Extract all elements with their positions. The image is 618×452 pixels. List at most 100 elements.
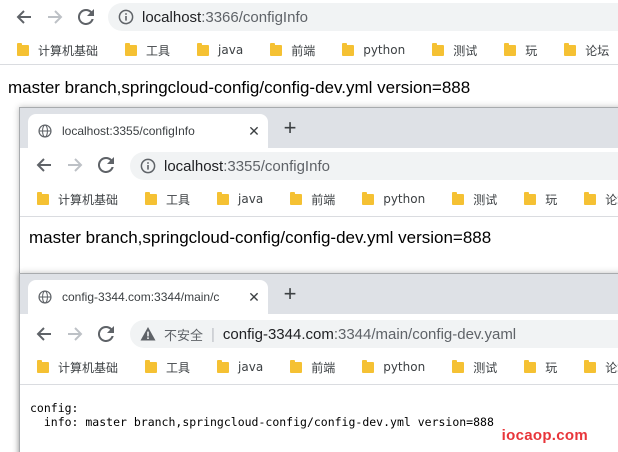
inner-browser-window: config-3344.com:3344/main/c ✕ + 不安全 | co…	[19, 273, 618, 452]
forward-button[interactable]	[63, 322, 87, 346]
bookmark-folder[interactable]: java	[217, 359, 263, 374]
outer-address-bar[interactable]: localhost:3366/configInfo	[108, 3, 618, 31]
middle-tab-strip: localhost:3355/configInfo ✕ +	[20, 108, 618, 148]
bookmark-folder[interactable]: 玩	[524, 359, 557, 376]
folder-icon	[290, 191, 303, 205]
reload-button[interactable]	[94, 322, 118, 346]
bookmark-folder[interactable]: 测试	[432, 42, 477, 59]
url-host: localhost	[164, 157, 224, 175]
middle-address-bar[interactable]: localhost:3355/configInfo	[130, 152, 618, 180]
middle-divider	[20, 216, 618, 217]
bookmark-folder[interactable]: 计算机基础	[37, 359, 118, 376]
bookmark-folder[interactable]: 工具	[125, 42, 170, 59]
forward-arrow-icon	[48, 10, 63, 24]
back-button[interactable]	[32, 153, 56, 177]
outer-page-content: master branch,springcloud-config/config-…	[8, 78, 471, 97]
not-secure-label: 不安全	[164, 328, 204, 344]
folder-icon	[37, 191, 49, 205]
folder-icon	[362, 359, 375, 373]
bookmark-folder[interactable]: 前端	[290, 359, 335, 376]
bookmark-folder[interactable]: java	[217, 191, 263, 206]
reload-icon	[98, 326, 114, 342]
bookmark-folder[interactable]: 测试	[452, 191, 497, 208]
forward-arrow-icon	[68, 158, 83, 172]
outer-divider	[0, 64, 618, 65]
bookmark-folder[interactable]: 计算机基础	[17, 42, 98, 59]
url-separator: |	[211, 325, 215, 343]
bookmark-folder[interactable]: 工具	[145, 191, 190, 208]
bookmark-folder[interactable]: 计算机基础	[37, 191, 118, 208]
inner-address-bar[interactable]: 不安全 | config-3344.com:3344/main/config-d…	[130, 320, 618, 348]
url-path: :3366/configInfo	[201, 8, 308, 26]
info-icon[interactable]	[140, 158, 156, 174]
bookmark-folder[interactable]: 工具	[145, 359, 190, 376]
forward-arrow-icon	[68, 327, 83, 341]
folder-icon	[217, 359, 230, 373]
close-icon[interactable]: ✕	[244, 287, 264, 307]
bookmark-folder[interactable]: 前端	[290, 191, 335, 208]
tab-title: localhost:3355/configInfo	[62, 124, 195, 138]
middle-tab[interactable]: localhost:3355/configInfo ✕	[28, 114, 268, 148]
middle-page-content: master branch,springcloud-config/config-…	[29, 228, 492, 247]
bookmark-folder[interactable]: 玩	[504, 42, 537, 59]
url-path: :3344/main/config-dev.yaml	[333, 325, 517, 343]
folder-icon	[290, 359, 303, 373]
back-arrow-icon	[36, 158, 51, 172]
bookmark-folder[interactable]: 前端	[270, 42, 315, 59]
folder-icon	[362, 191, 375, 205]
forward-button[interactable]	[63, 153, 87, 177]
folder-icon	[342, 42, 355, 56]
reload-icon	[98, 157, 114, 173]
reload-button[interactable]	[94, 153, 118, 177]
back-button[interactable]	[12, 5, 36, 29]
bookmark-folder[interactable]: 玩	[524, 191, 557, 208]
folder-icon	[564, 42, 577, 56]
folder-icon	[504, 42, 517, 56]
folder-icon	[125, 42, 138, 56]
plus-icon[interactable]: +	[278, 115, 302, 140]
url-path: :3355/configInfo	[223, 157, 330, 175]
inner-tab-strip: config-3344.com:3344/main/c ✕ +	[20, 274, 618, 314]
info-icon[interactable]	[118, 9, 134, 25]
bookmark-folder[interactable]: 测试	[452, 359, 497, 376]
folder-icon	[524, 191, 537, 205]
folder-icon	[270, 42, 283, 56]
back-button[interactable]	[32, 322, 56, 346]
globe-icon	[38, 290, 52, 304]
reload-icon	[78, 9, 94, 25]
forward-button[interactable]	[43, 5, 67, 29]
inner-tab[interactable]: config-3344.com:3344/main/c ✕	[28, 280, 268, 314]
close-icon[interactable]: ✕	[244, 121, 264, 141]
folder-icon	[17, 42, 29, 56]
back-arrow-icon	[16, 10, 31, 24]
bookmark-folder[interactable]: 论坛	[564, 42, 609, 59]
folder-icon	[584, 359, 597, 373]
folder-icon	[145, 191, 158, 205]
bookmark-folder[interactable]: python	[362, 191, 425, 206]
back-arrow-icon	[36, 327, 51, 341]
folder-icon	[197, 42, 210, 56]
inner-divider	[20, 384, 618, 385]
folder-icon	[217, 191, 230, 205]
warning-icon[interactable]	[140, 326, 156, 342]
url-host: localhost	[142, 8, 202, 26]
globe-icon	[38, 124, 52, 138]
bookmark-folder[interactable]: python	[342, 42, 405, 57]
inner-bookmarks-bar: 计算机基础 工具 java 前端 python 测试 玩 论坛 问	[20, 354, 618, 380]
url-host: config-3344.com	[222, 325, 334, 343]
plus-icon[interactable]: +	[278, 281, 302, 306]
folder-icon	[524, 359, 537, 373]
tab-title: config-3344.com:3344/main/c	[62, 290, 220, 304]
middle-bookmarks-bar: 计算机基础 工具 java 前端 python 测试 玩 论坛 问	[20, 186, 618, 212]
reload-button[interactable]	[74, 5, 98, 29]
folder-icon	[584, 191, 597, 205]
folder-icon	[452, 359, 465, 373]
outer-bookmarks-bar: 计算机基础 工具 java 前端 python 测试 玩 论坛 问鼎	[0, 37, 618, 63]
bookmark-folder[interactable]: 论坛	[584, 191, 618, 208]
bookmark-folder[interactable]: 论坛	[584, 359, 618, 376]
folder-icon	[145, 359, 158, 373]
yaml-line-config: config:	[30, 401, 79, 415]
folder-icon	[452, 191, 465, 205]
bookmark-folder[interactable]: java	[197, 42, 243, 57]
bookmark-folder[interactable]: python	[362, 359, 425, 374]
